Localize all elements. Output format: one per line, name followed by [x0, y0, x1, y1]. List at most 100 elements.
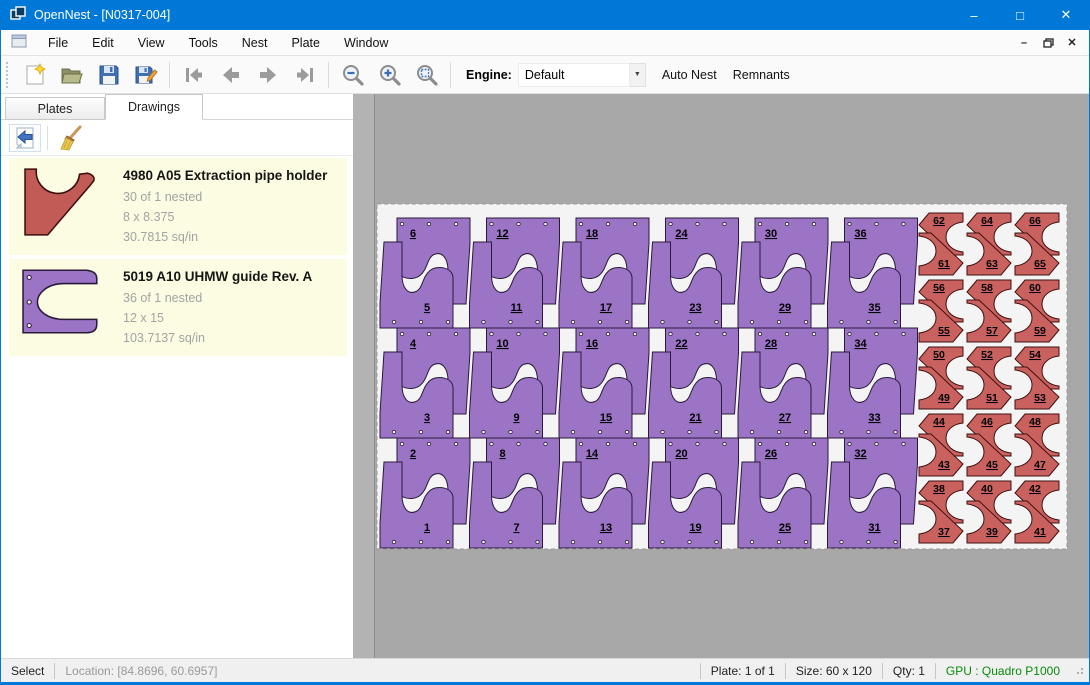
- part-number-label: 55: [938, 325, 950, 337]
- part-number-label: 47: [1034, 459, 1046, 471]
- status-qty: Qty: 1: [883, 663, 935, 679]
- part-hole: [867, 430, 870, 433]
- part-number-label: 41: [1034, 526, 1046, 538]
- part-number-label: 54: [1029, 349, 1041, 361]
- part-hole: [750, 320, 753, 323]
- part-hole: [894, 430, 897, 433]
- part-number-label: 5: [424, 302, 430, 314]
- new-document-icon[interactable]: [16, 59, 53, 91]
- menu-edit[interactable]: Edit: [80, 32, 126, 54]
- part-hole: [669, 332, 672, 335]
- menu-plate[interactable]: Plate: [279, 32, 332, 54]
- part-number-label: 17: [600, 302, 612, 314]
- part-number-label: 38: [933, 483, 945, 495]
- auto-nest-button[interactable]: Auto Nest: [654, 62, 725, 88]
- zoom-fit-icon[interactable]: [408, 59, 445, 91]
- part-hole: [482, 430, 485, 433]
- menu-nest[interactable]: Nest: [230, 32, 280, 54]
- part-number-label: 28: [765, 338, 777, 350]
- part-number-label: 2: [410, 448, 416, 460]
- part-number-label: 11: [511, 302, 523, 314]
- part-hole: [750, 430, 753, 433]
- drawing-nested-count: 36 of 1 nested: [123, 288, 312, 308]
- panel-splitter[interactable]: [353, 94, 374, 658]
- part-hole: [785, 332, 788, 335]
- drawing-list-item[interactable]: 5019 A10 UHMW guide Rev. A 36 of 1 neste…: [9, 259, 347, 356]
- part-number-label: 44: [933, 416, 945, 428]
- menu-window[interactable]: Window: [332, 32, 400, 54]
- zoom-out-icon[interactable]: [334, 59, 371, 91]
- part-number-label: 66: [1029, 215, 1041, 227]
- go-first-icon[interactable]: [175, 59, 212, 91]
- status-mode: Select: [1, 663, 54, 679]
- menu-file[interactable]: File: [36, 32, 80, 54]
- part-number-label: 3: [424, 412, 430, 424]
- mdi-restore-button[interactable]: [1039, 35, 1057, 51]
- part-hole: [419, 430, 422, 433]
- part-hole: [758, 442, 761, 445]
- part-hole: [454, 222, 457, 225]
- engine-select[interactable]: Default: [518, 63, 630, 87]
- part-hole: [848, 332, 851, 335]
- part-number-label: 15: [600, 412, 612, 424]
- part-hole: [606, 332, 609, 335]
- part-hole: [812, 222, 815, 225]
- drawing-thumbnail-purple-part: [21, 267, 117, 348]
- part-hole: [509, 430, 512, 433]
- part-hole: [419, 540, 422, 543]
- sidebar-toolbar: [1, 120, 353, 156]
- nest-canvas-area[interactable]: 6512111817242330293635431091615222128273…: [374, 94, 1090, 658]
- nest-canvas[interactable]: 6512111817242330293635431091615222128273…: [375, 94, 1090, 658]
- zoom-in-icon[interactable]: [371, 59, 408, 91]
- open-folder-icon[interactable]: [53, 59, 90, 91]
- drawing-list-item[interactable]: 4980 A05 Extraction pipe holder 30 of 1 …: [9, 158, 347, 255]
- part-hole: [669, 442, 672, 445]
- part-hole: [785, 442, 788, 445]
- part-hole: [482, 540, 485, 543]
- main-area: Plates Drawings: [1, 94, 1089, 658]
- drawing-title: 5019 A10 UHMW guide Rev. A: [123, 269, 312, 284]
- mdi-document-icon[interactable]: [11, 34, 27, 51]
- mdi-minimize-button[interactable]: –: [1015, 35, 1033, 51]
- part-number-label: 64: [981, 215, 993, 227]
- resize-grip-icon[interactable]: [1072, 667, 1086, 681]
- maximize-button[interactable]: □: [997, 0, 1043, 30]
- part-number-label: 40: [981, 483, 993, 495]
- part-number-label: 1: [424, 522, 430, 534]
- back-arrow-icon[interactable]: [9, 124, 41, 152]
- save-as-icon[interactable]: [127, 59, 164, 91]
- minimize-button[interactable]: –: [951, 0, 997, 30]
- part-hole: [633, 332, 636, 335]
- part-hole: [633, 442, 636, 445]
- tab-plates[interactable]: Plates: [5, 97, 105, 120]
- go-next-icon[interactable]: [249, 59, 286, 91]
- toolbar-grip[interactable]: [6, 62, 10, 88]
- save-icon[interactable]: [90, 59, 127, 91]
- go-previous-icon[interactable]: [212, 59, 249, 91]
- menu-view[interactable]: View: [126, 32, 177, 54]
- part-hole: [723, 442, 726, 445]
- remnants-button[interactable]: Remnants: [725, 62, 798, 88]
- part-hole: [625, 430, 628, 433]
- mdi-close-button[interactable]: ✕: [1063, 35, 1081, 51]
- go-last-icon[interactable]: [286, 59, 323, 91]
- close-button[interactable]: ✕: [1043, 0, 1089, 30]
- part-number-label: 20: [675, 448, 687, 460]
- part-hole: [848, 222, 851, 225]
- part-number-label: 25: [779, 522, 791, 534]
- menu-tools[interactable]: Tools: [177, 32, 230, 54]
- broom-clean-icon[interactable]: [54, 124, 86, 152]
- part-hole: [392, 320, 395, 323]
- part-hole: [400, 332, 403, 335]
- part-number-label: 8: [499, 448, 505, 460]
- part-number-label: 32: [854, 448, 866, 460]
- part-number-label: 33: [868, 412, 880, 424]
- part-hole: [777, 430, 780, 433]
- part-hole: [688, 430, 691, 433]
- engine-dropdown-arrow[interactable]: ▼: [630, 63, 646, 87]
- tab-drawings[interactable]: Drawings: [105, 94, 203, 120]
- part-hole: [571, 320, 574, 323]
- part-number-label: 31: [868, 522, 880, 534]
- main-toolbar: Engine: Default ▼ Auto Nest Remnants: [1, 56, 1089, 94]
- part-number-label: 22: [675, 338, 687, 350]
